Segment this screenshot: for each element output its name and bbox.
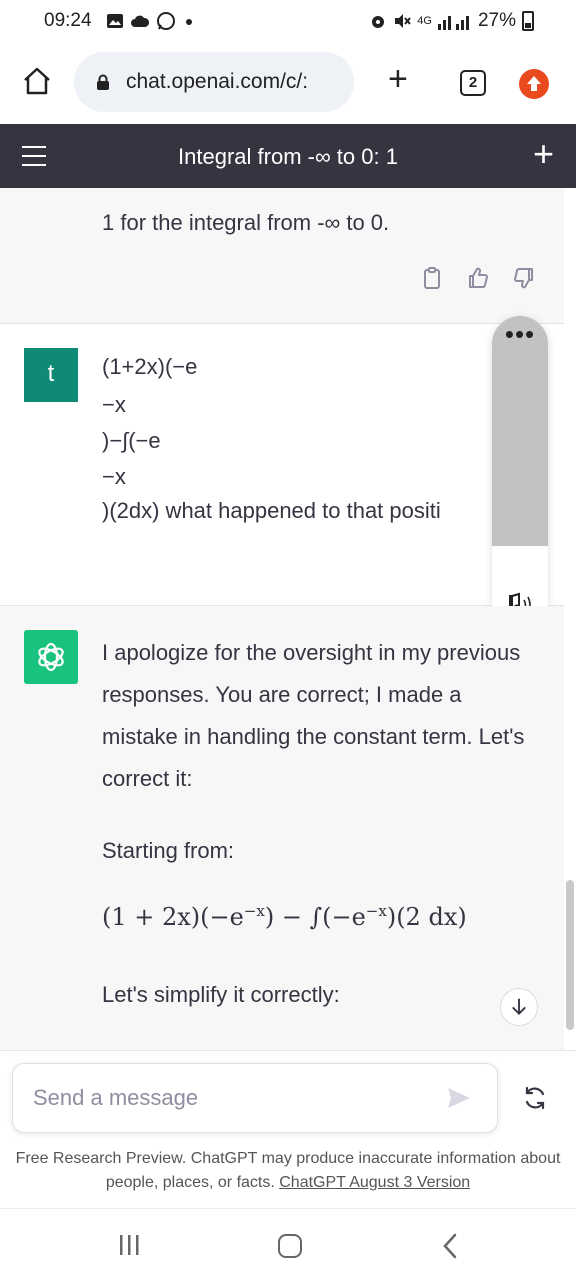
chatgpt-logo-icon bbox=[24, 630, 78, 684]
message-actions bbox=[420, 266, 536, 290]
status-time: 09:24 bbox=[44, 10, 92, 31]
chat-title: Integral from -∞ to 0: 1 bbox=[178, 144, 398, 169]
user-message: t (1+2x)(−e −x )−∫(−e −x )(2dx) what hap… bbox=[0, 324, 564, 606]
back-icon[interactable] bbox=[442, 1233, 458, 1259]
assistant-message: I apologize for the oversight in my prev… bbox=[0, 606, 564, 1050]
user-message-line: −x bbox=[102, 464, 126, 489]
lock-icon bbox=[97, 74, 109, 90]
system-nav-bar bbox=[0, 1208, 576, 1280]
regenerate-icon[interactable] bbox=[522, 1085, 548, 1111]
home-nav-icon[interactable] bbox=[278, 1234, 302, 1258]
disclaimer: Free Research Preview. ChatGPT may produ… bbox=[15, 1150, 561, 1191]
cloud-icon bbox=[131, 15, 150, 27]
user-message-line: )−∫(−e bbox=[102, 428, 161, 453]
thumbs-down-icon[interactable] bbox=[512, 266, 536, 290]
browser-toolbar: chat.openai.com/c/: + 2 bbox=[0, 42, 576, 124]
battery-icon bbox=[522, 11, 534, 31]
message-input[interactable] bbox=[12, 1063, 498, 1133]
send-icon[interactable] bbox=[446, 1086, 472, 1110]
whatsapp-icon bbox=[157, 12, 175, 30]
notification-icons bbox=[106, 11, 196, 31]
message-text: 1 for the integral from -∞ to 0. bbox=[102, 210, 390, 235]
update-icon[interactable] bbox=[519, 69, 549, 99]
message-text: Let's simplify it correctly: bbox=[102, 982, 340, 1007]
user-avatar: t bbox=[24, 348, 78, 402]
chat-header: Integral from -∞ to 0: 1 + bbox=[0, 124, 576, 188]
address-bar[interactable]: chat.openai.com/c/: bbox=[74, 52, 354, 112]
mute-icon bbox=[395, 14, 412, 28]
status-bar: 09:24 4G 27% bbox=[0, 0, 576, 42]
thumbs-up-icon[interactable] bbox=[466, 266, 490, 290]
gallery-icon bbox=[107, 14, 123, 28]
user-message-line: (1+2x)(−e bbox=[102, 354, 198, 379]
battery-percent: 27% bbox=[477, 10, 516, 31]
more-options-icon[interactable]: ••• bbox=[492, 321, 548, 347]
version-link[interactable]: ChatGPT August 3 Version bbox=[279, 1174, 470, 1191]
status-right: 4G 27% bbox=[369, 10, 534, 32]
composer-area: Free Research Preview. ChatGPT may produ… bbox=[0, 1050, 576, 1208]
math-expression: (1 + 2x)(−e−x) − ∫(−e−x)(2 dx) bbox=[102, 902, 467, 931]
message-text: Starting from: bbox=[102, 838, 235, 863]
tab-switcher-button[interactable]: 2 bbox=[460, 70, 486, 96]
network-type: 4G bbox=[417, 15, 432, 27]
new-tab-button[interactable]: + bbox=[388, 62, 408, 96]
signal-icon bbox=[437, 16, 469, 30]
url-text: chat.openai.com/c/: bbox=[126, 70, 309, 93]
home-icon[interactable] bbox=[22, 66, 52, 96]
assistant-message: 1 for the integral from -∞ to 0. bbox=[0, 188, 564, 324]
user-message-line: −x bbox=[102, 392, 126, 417]
alarm-icon bbox=[372, 16, 385, 28]
floating-side-panel[interactable]: ••• bbox=[492, 316, 548, 630]
recent-apps-icon[interactable] bbox=[118, 1233, 140, 1257]
user-message-line: )(2dx) what happened to that positi bbox=[102, 498, 441, 523]
message-text: I apologize for the oversight in my prev… bbox=[102, 640, 525, 791]
clipboard-icon[interactable] bbox=[420, 266, 444, 290]
side-panel-handle[interactable] bbox=[492, 316, 548, 546]
scrollbar-thumb[interactable] bbox=[566, 880, 574, 1030]
new-chat-button[interactable]: + bbox=[533, 136, 554, 172]
dot-icon bbox=[186, 19, 192, 25]
scroll-down-icon[interactable] bbox=[500, 988, 538, 1026]
